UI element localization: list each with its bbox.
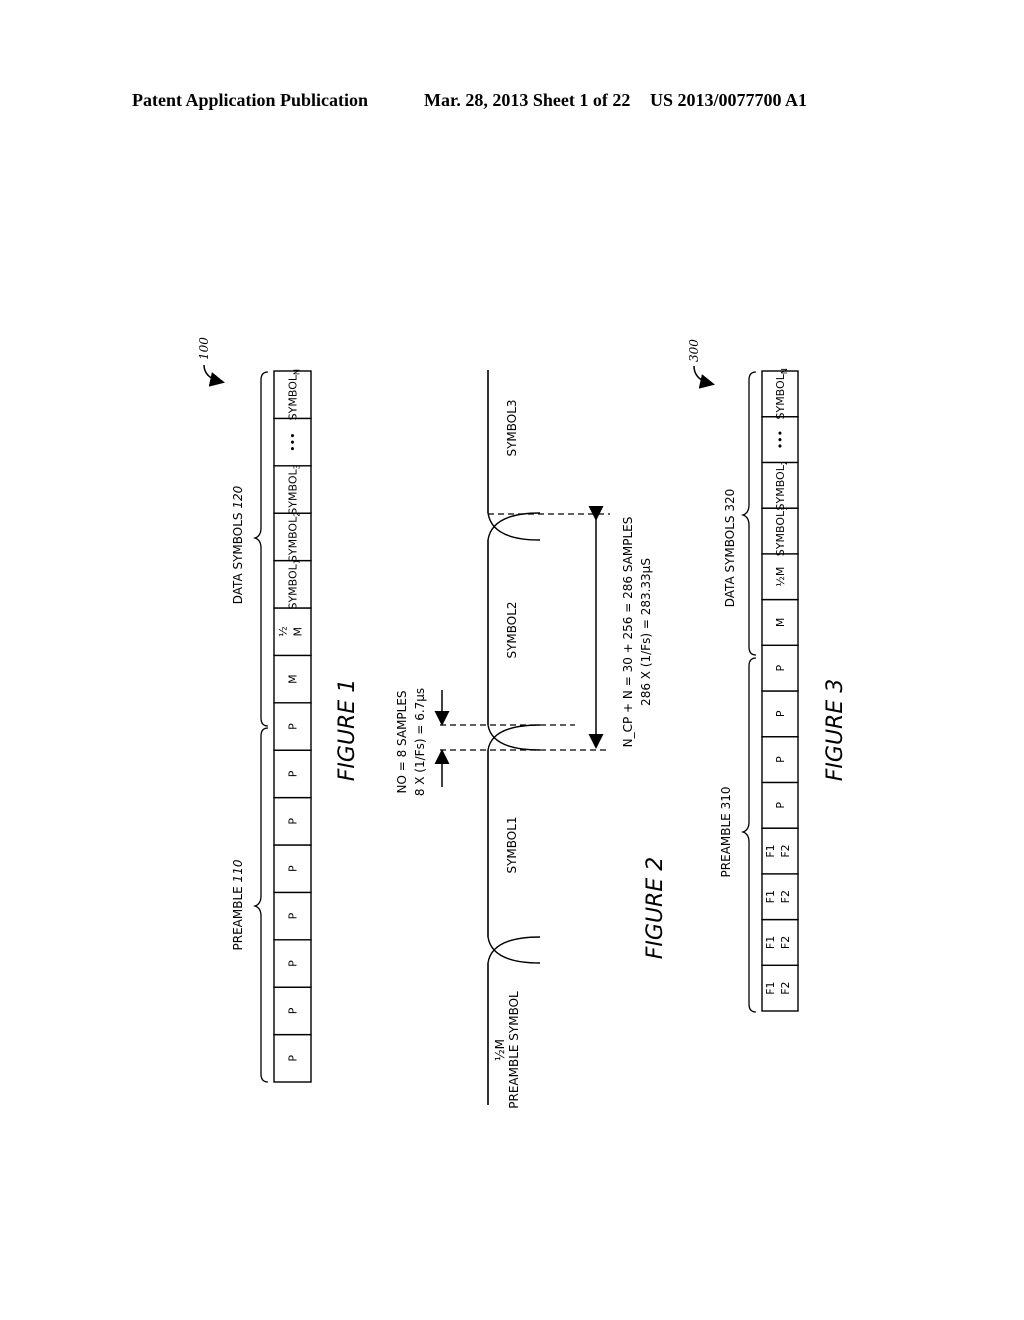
frame-cell-label: P [287,818,300,825]
frame-cell: P [761,690,799,738]
fig3-preamble-label: PREAMBLE 310 [719,787,733,878]
frame-cell-label: M [774,618,787,628]
frame-cell-label: P [287,912,300,919]
frame-cell: F1 F2 [761,873,799,921]
frame-cell-label: F2 [779,844,792,857]
frame-cell-label: P [774,802,787,809]
frame-cell-label: SYMBOLN [287,369,302,420]
frame-cell: P [273,796,312,846]
figure-1: 100 DATA SYMBOLS 120 PREAMBLE 110 P P P P P P… [197,337,360,1083]
frame-cell: F1 F2 [761,827,799,875]
frame-cell-label: SYMBOL3 [287,464,302,514]
frame-cell-label: P [287,723,300,730]
fig2-symbol2-label: SYMBOL2 [505,601,519,658]
frame-cell: P [761,781,799,829]
frame-cell: SYMBOLN [761,368,799,420]
frame-cell: ½M [273,607,312,657]
frame-cell: P [273,844,312,894]
frame-cell-label: P [287,865,300,872]
fig1-ref-arrow-icon [203,364,225,387]
frame-cell: P [273,1033,312,1083]
frame-cell: M [761,598,799,646]
fig2-preamble-symbol-label: PREAMBLE SYMBOL [507,991,521,1109]
fig3-data-brace [740,371,757,656]
fig1-data-symbols-label: DATA SYMBOLS 120 [231,485,245,604]
frame-cell-label: SYMBOL2 [287,512,302,562]
frame-cell: SYMBOL2 [273,512,312,562]
frame-cell-label: P [774,756,787,763]
frame-cell-label: ½ [277,626,290,637]
frame-cell: P [273,702,312,751]
fig2-caption: FIGURE 2 [643,857,668,959]
frame-cell-label: P [774,710,787,717]
fig2-length-line2: 286 X (1/Fs) = 283.33µS [639,558,653,706]
fig2-length-line1: N_CP + N = 30 + 256 = 286 SAMPLES [621,517,635,748]
frame-cell: SYMBOL1 [761,506,799,556]
frame-cell-label: F1 [764,890,777,903]
fig3-caption: FIGURE 3 [823,679,848,781]
frame-cell: ••• [761,416,799,464]
frame-cell-label: P [287,770,300,777]
frame-cell: SYMBOL2 [761,460,799,511]
frame-cell: ••• [273,417,312,467]
fig2-transition-preamble-symbol1 [487,936,541,964]
frame-cell: P [273,749,312,799]
fig2-overlap-line2: 8 X (1/Fs) = 6.7µs [413,688,427,796]
frame-cell-label: F2 [779,981,792,994]
frame-cell-label: F2 [779,890,792,903]
fig3-ref-numeral: 300 [687,339,701,362]
frame-cell-label: SYMBOLN [774,368,789,419]
fig3-data-symbols-label: DATA SYMBOLS 320 [723,489,737,608]
frame-cell-label: M [287,674,300,684]
frame-cell: P [273,891,312,941]
fig1-caption: FIGURE 1 [335,679,360,781]
patent-drawing: 100 DATA SYMBOLS 120 PREAMBLE 110 P P P P P P… [197,337,848,1109]
frame-cell: F1 F2 [761,964,799,1012]
fig3-frame-cells: F1F2F1F2F1F2F1F2PPPPM½MSYMBOL1SYMBOL2•••… [761,368,799,1012]
fig1-data-brace [252,371,269,727]
fig1-ref-numeral: 100 [197,337,211,360]
fig2-transition-symbol1-symbol2 [487,724,541,751]
fig2-overlap-line1: NO = 8 SAMPLES [395,690,409,793]
frame-cell: SYMBOLN [273,369,312,420]
frame-cell: SYMBOL3 [273,464,312,515]
frame-cell: P [273,986,312,1036]
frame-cell-label: F1 [764,844,777,857]
fig2-transition-symbol2-symbol3 [487,512,541,541]
figure-3: 300 DATA SYMBOLS 320 PREAMBLE 310 F1 F2F1… [687,339,848,1013]
fig3-preamble-brace [740,657,757,1013]
fig2-preamble-symbol-fraction: ½M [493,1039,507,1061]
frame-cell: P [761,736,799,784]
fig3-ref-arrow-icon [693,365,715,389]
fig1-frame-cells: PPPPPPPPM½ MSYMBOL1SYMBOL2SYMBOL3•••SYMBO… [273,369,312,1083]
frame-cell-label: ½M [774,567,787,587]
frame-cell-label: F1 [764,936,777,949]
frame-cell-label: F2 [779,936,792,949]
frame-cell-label: ••• [774,430,787,449]
fig1-preamble-label: PREAMBLE 110 [231,859,245,950]
fig1-preamble-brace [252,727,269,1083]
frame-cell-label: P [287,960,300,967]
frame-cell: SYMBOL1 [273,559,312,610]
fig2-symbol1-label: SYMBOL1 [505,816,519,873]
fig2-symbol3-label: SYMBOL3 [505,399,519,456]
frame-cell-label: F1 [764,981,777,994]
frame-cell: P [273,939,312,988]
frame-cell-label: SYMBOL1 [287,559,302,609]
frame-cell-label: P [287,1055,300,1062]
frame-cell: M [273,654,312,704]
frame-cell-label: SYMBOL2 [774,460,789,510]
frame-cell: ½M [761,553,799,601]
frame-cell-label: M [292,627,305,637]
frame-cell: F1 F2 [761,918,799,966]
frame-cell: P [761,644,799,692]
frame-cell-label: P [774,664,787,671]
figure-2: SYMBOL3 SYMBOL2 SYMBOL1 ½M PREAMBLE SYMB… [395,370,668,1109]
frame-cell-label: ••• [287,432,300,451]
frame-cell-label: SYMBOL1 [774,506,789,556]
frame-cell-label: P [287,1007,300,1014]
